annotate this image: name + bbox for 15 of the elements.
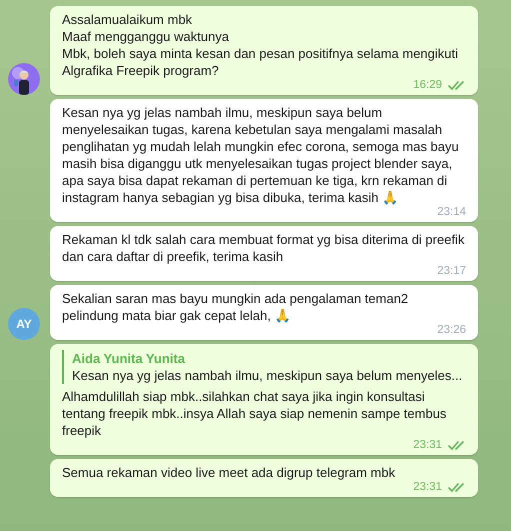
message-text: Sekalian saran mas bayu mungkin ada pengalaman teman2 pelindung mata biar gak cepat lelah, 🙏 (62, 290, 410, 324)
avatar[interactable]: AY (8, 308, 40, 340)
message-time: 23:14 (437, 206, 466, 219)
message-text: Rekaman kl tdk salah cara membuat format yg bisa diterima di preefik dan cara daftar di preefik, terima kasih (62, 231, 466, 265)
message-time: 16:29 (413, 79, 442, 92)
message-text: Assalamualaikum mbk Maaf mengganggu waktunya Mbk, boleh saya minta kesan dan pesan positifnya selama mengikuti Algrafika Freepik program? (62, 11, 459, 79)
reply-text: Kesan nya yg jelas nambah ilmu, meskipun saya belum menyeles... (72, 367, 464, 384)
message-text: Semua rekaman video live meet ada digrup telegram mbk (62, 464, 396, 481)
message-text: Alhamdulillah siap mbk..silahkan chat saya jika ingin konsultasi tentang freepik mbk..insya Allah saya siap nemenin sampe tembus freepik (62, 388, 448, 439)
message-time: 23:31 (413, 481, 442, 494)
message-text: Kesan nya yg jelas nambah ilmu, meskipun saya belum menyelesaikan tugas, karena kebetulan saya mengalami masalah penglihatan yg mudah lelah mungkin efec corona, semoga mas bayu masih bisa diganggu utk menyelesaikan tugas project blender saya, apa saya bisa dapat rekaman di pertemuan ke tiga, krn rekaman di instagram hanya sebagian yg bisa dibuka, terima kasih 🙏 (62, 104, 460, 206)
message-time: 23:26 (437, 324, 466, 337)
reply-author: Aida Yunita Yunita (72, 350, 186, 367)
message-time: 23:17 (437, 265, 466, 278)
message-time: 23:31 (413, 439, 442, 452)
